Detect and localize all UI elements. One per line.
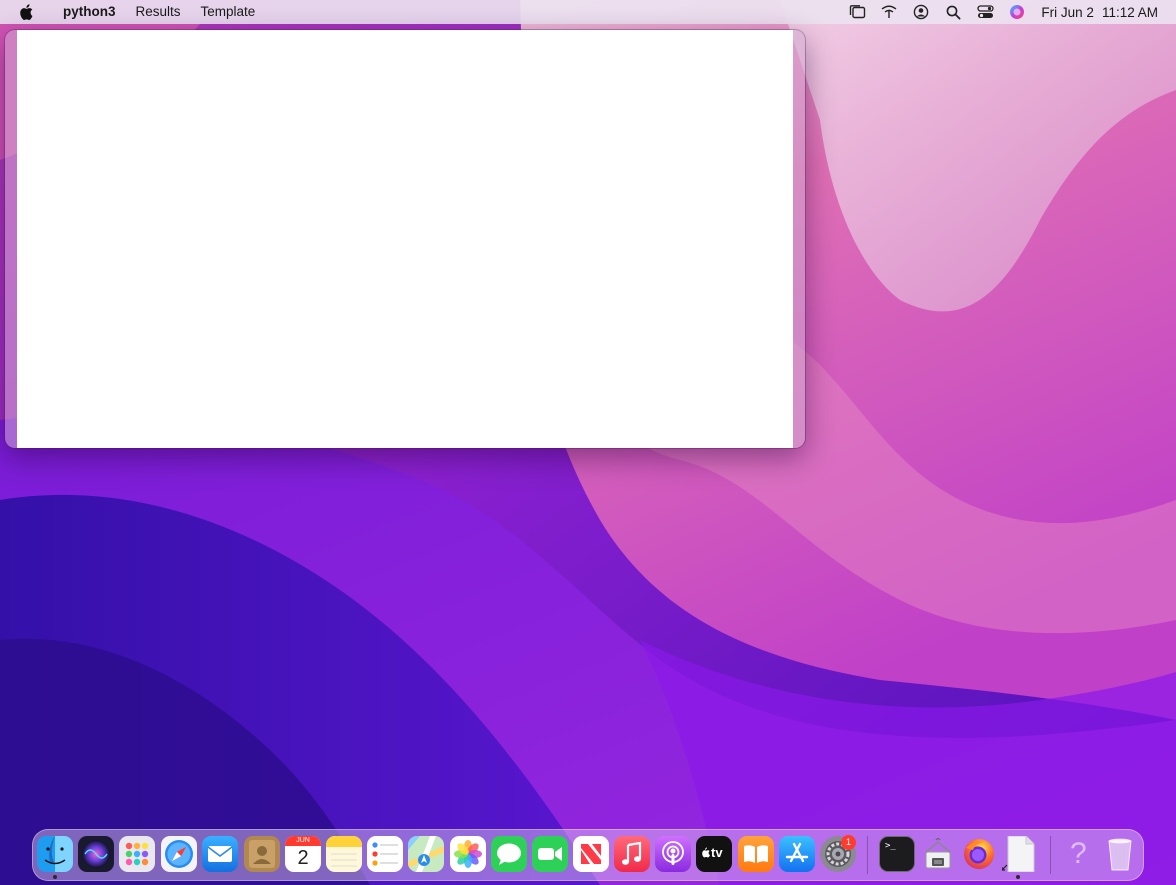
clock-date: Fri Jun 2 bbox=[1041, 4, 1094, 20]
dock-contacts-icon[interactable] bbox=[244, 836, 280, 872]
dock-podcasts-icon[interactable] bbox=[655, 836, 691, 872]
dock-python-launcher-icon[interactable] bbox=[920, 836, 956, 872]
dock-notes-icon[interactable] bbox=[326, 836, 362, 872]
dock-facetime-icon[interactable] bbox=[532, 836, 568, 872]
user-account-icon[interactable] bbox=[911, 2, 931, 22]
menu-bar: python3 Results Template Fri Jun 2 11:12… bbox=[0, 0, 1176, 24]
dock-document-running-dot bbox=[1016, 875, 1020, 879]
control-center-icon[interactable] bbox=[975, 2, 995, 22]
dock-app-store-icon[interactable] bbox=[779, 836, 815, 872]
desktop: python3 Results Template Fri Jun 2 11:12… bbox=[0, 0, 1176, 885]
dock-siri-icon[interactable] bbox=[78, 836, 114, 872]
dock-document-icon[interactable] bbox=[1002, 836, 1038, 872]
dock-mail-icon[interactable] bbox=[202, 836, 238, 872]
dock-music-icon[interactable] bbox=[614, 836, 650, 872]
dock-separator bbox=[867, 836, 868, 874]
terminal-prompt: >_ bbox=[885, 841, 896, 851]
dock-maps-icon[interactable] bbox=[408, 836, 444, 872]
dock-books-icon[interactable] bbox=[738, 836, 774, 872]
dock-separator-2 bbox=[1050, 836, 1051, 874]
system-settings-badge: 1 bbox=[841, 835, 856, 850]
menu-bar-clock[interactable]: Fri Jun 2 11:12 AM bbox=[1041, 5, 1158, 20]
calendar-month: JUN bbox=[285, 836, 321, 846]
dock-safari-icon[interactable] bbox=[161, 836, 197, 872]
stage-manager-icon[interactable] bbox=[847, 2, 867, 22]
apple-menu-icon[interactable] bbox=[18, 3, 34, 21]
dock-reminders-icon[interactable] bbox=[367, 836, 403, 872]
dock-calendar-icon[interactable]: JUN 2 bbox=[285, 836, 321, 872]
dock-help-icon[interactable]: ? bbox=[1061, 836, 1097, 872]
dock-photos-icon[interactable] bbox=[450, 836, 486, 872]
menu-template[interactable]: Template bbox=[191, 0, 266, 24]
siri-icon[interactable] bbox=[1007, 2, 1027, 22]
clock-time: 11:12 AM bbox=[1101, 4, 1158, 20]
wifi-icon[interactable] bbox=[879, 2, 899, 22]
menu-results[interactable]: Results bbox=[126, 0, 191, 24]
app-window[interactable] bbox=[5, 30, 805, 448]
dock-messages-icon[interactable] bbox=[491, 836, 527, 872]
dock-terminal-icon[interactable]: >_ bbox=[879, 836, 915, 872]
dock-firefox-icon[interactable] bbox=[961, 836, 997, 872]
dock-finder-icon[interactable] bbox=[37, 836, 73, 872]
help-glyph: ? bbox=[1070, 837, 1087, 870]
menu-bar-left: python3 Results Template bbox=[0, 0, 265, 24]
window-canvas[interactable] bbox=[17, 30, 793, 448]
calendar-day: 2 bbox=[297, 847, 309, 869]
menu-app-name[interactable]: python3 bbox=[53, 0, 126, 24]
search-icon[interactable] bbox=[943, 2, 963, 22]
dock-trash-icon[interactable] bbox=[1102, 836, 1138, 872]
menu-bar-right: Fri Jun 2 11:12 AM bbox=[841, 0, 1158, 24]
dock-news-icon[interactable] bbox=[573, 836, 609, 872]
dock-finder-running-dot bbox=[53, 875, 57, 879]
dock-tv-icon[interactable]: tv bbox=[696, 836, 732, 872]
tv-label: tv bbox=[711, 845, 723, 860]
dock-launchpad-icon[interactable] bbox=[119, 836, 155, 872]
